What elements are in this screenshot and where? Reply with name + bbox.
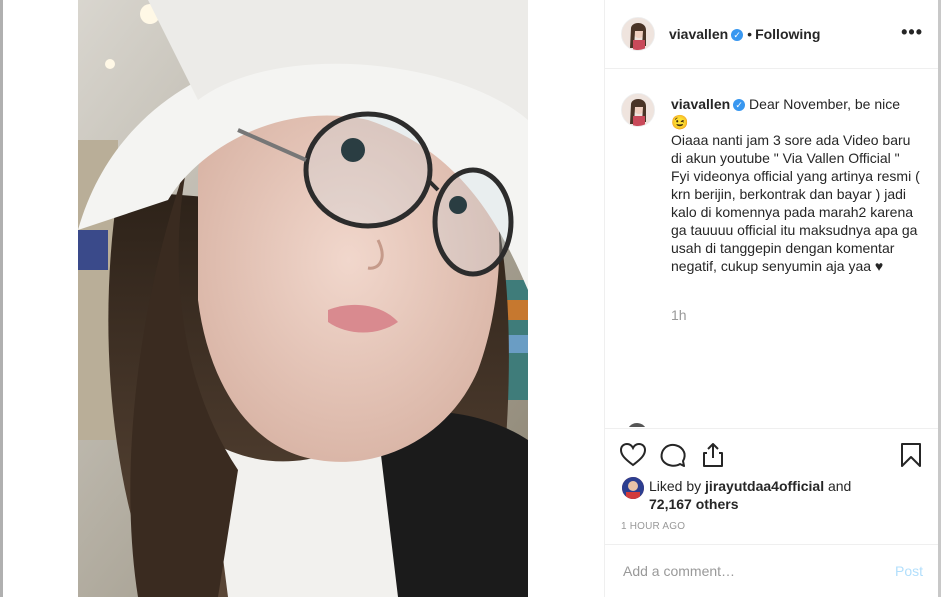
following-button[interactable]: Following — [755, 26, 820, 42]
post-header: viavallen ✓ • Following ••• — [605, 0, 939, 69]
post-image[interactable] — [78, 0, 528, 597]
likes-count-link[interactable]: 72,167 others — [649, 496, 739, 512]
post-caption: viavallen ✓ Dear November, be nice 😉 Oiaa… — [671, 95, 921, 275]
likes-summary: Liked by jirayutdaa4official and 72,167 o… — [649, 477, 919, 513]
liked-prefix: Liked by — [649, 478, 706, 494]
window-left-edge — [0, 0, 3, 597]
heart-icon[interactable] — [619, 441, 647, 469]
comments-section: viavallen ✓ Dear November, be nice 😉 Oiaa… — [605, 69, 939, 427]
verified-badge-icon: ✓ — [731, 29, 744, 42]
liked-by-avatar[interactable] — [622, 477, 644, 499]
liked-user-link[interactable]: jirayutdaa4official — [705, 478, 824, 494]
post-comment-button[interactable]: Post — [895, 563, 923, 579]
caption-username[interactable]: viavallen — [671, 96, 730, 112]
comment-input[interactable] — [621, 562, 875, 580]
verified-badge-icon: ✓ — [733, 99, 746, 112]
more-options-icon[interactable]: ••• — [901, 22, 923, 43]
liked-and: and — [824, 478, 852, 494]
header-user-line: viavallen ✓ • Following — [669, 26, 820, 42]
comment-icon[interactable] — [659, 441, 687, 469]
caption-age[interactable]: 1h — [671, 307, 687, 323]
author-avatar[interactable] — [621, 17, 655, 51]
next-comment-avatar[interactable] — [627, 423, 647, 427]
caption-body: 😉 Oiaaa nanti jam 3 sore ada Video baru … — [671, 114, 920, 274]
post-side-panel: viavallen ✓ • Following ••• viavallen ✓ Dear… — [604, 0, 939, 597]
post-actions: Liked by jirayutdaa4official and 72,167 o… — [605, 428, 939, 545]
comment-form: Post — [605, 544, 939, 598]
separator-dot: • — [747, 26, 753, 42]
selfie-illustration — [78, 0, 528, 597]
share-icon[interactable] — [699, 441, 727, 469]
bookmark-icon[interactable] — [897, 441, 925, 469]
caption-first-line: Dear November, be nice — [749, 96, 901, 112]
caption-author-avatar[interactable] — [621, 93, 655, 127]
author-username[interactable]: viavallen — [669, 26, 728, 42]
post-timestamp[interactable]: 1 HOUR AGO — [621, 521, 685, 532]
